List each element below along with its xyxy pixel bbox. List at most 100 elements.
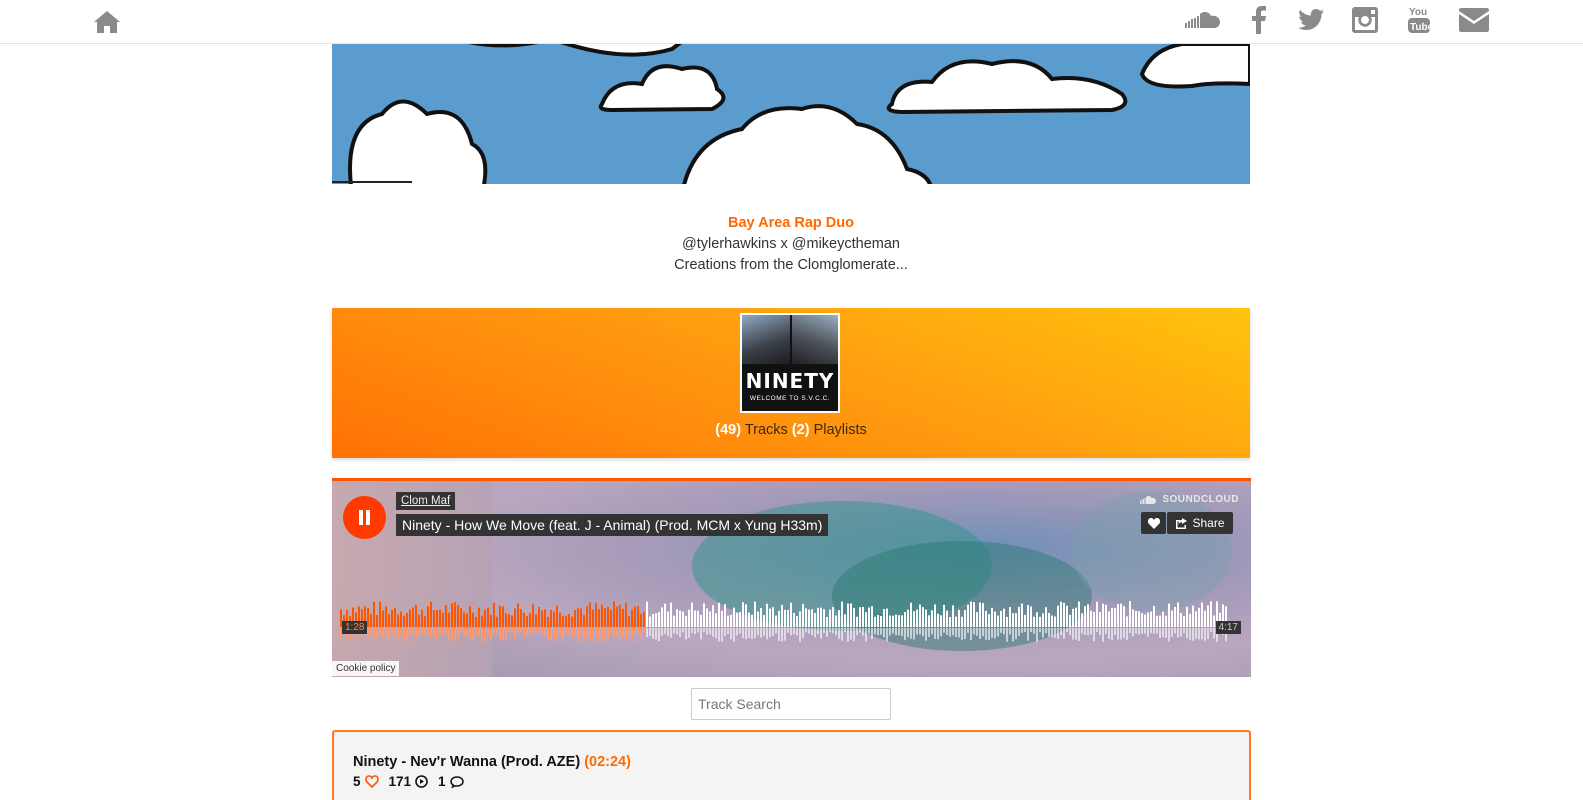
waveform-bar-reflection — [721, 628, 723, 642]
like-button[interactable] — [1141, 512, 1166, 534]
waveform-bar-reflection — [940, 628, 942, 637]
waveform-bar-reflection — [562, 628, 564, 641]
waveform-bar — [457, 605, 459, 627]
waveform-bar — [550, 609, 552, 627]
waveform-bar — [478, 607, 480, 627]
waveform-bar — [619, 604, 621, 627]
waveform-bar — [1189, 613, 1191, 627]
waveform-bar-reflection — [400, 628, 402, 636]
waveform-bar-reflection — [1084, 628, 1086, 635]
waveform-bar — [949, 616, 951, 627]
waveform-bar-reflection — [805, 628, 807, 633]
waveform-bar — [742, 602, 744, 627]
waveform-bar — [883, 609, 885, 627]
track-search-input[interactable] — [691, 688, 891, 720]
waveform-bar — [1165, 615, 1167, 627]
waveform-bar — [1093, 612, 1095, 627]
waveform-bar — [409, 609, 411, 627]
avatar[interactable]: NINETY WELCOME TO S.V.C.C. — [740, 313, 840, 413]
youtube-icon[interactable]: You Tube — [1406, 4, 1432, 36]
waveform-bar — [829, 609, 831, 627]
tracks-count: (49) — [715, 422, 742, 438]
waveform-bar — [1099, 611, 1101, 627]
waveform-bar-reflection — [532, 628, 534, 634]
waveform-bar — [574, 609, 576, 627]
twitter-icon[interactable] — [1296, 4, 1326, 36]
waveform-bar-reflection — [682, 628, 684, 633]
waveform-bar — [850, 603, 852, 627]
waveform-bar-reflection — [613, 628, 615, 638]
waveform-bar-reflection — [376, 628, 378, 637]
artist-link[interactable]: Clom Maf — [396, 492, 456, 510]
waveform-bar-reflection — [388, 628, 390, 642]
tracks-link[interactable]: (49) Tracks — [715, 422, 788, 438]
waveform-bar — [1033, 616, 1035, 627]
waveform-bar — [1180, 613, 1182, 627]
instagram-icon[interactable] — [1351, 4, 1379, 36]
waveform-bar — [469, 606, 471, 627]
current-time: 1:28 — [342, 621, 368, 634]
waveform-bar — [631, 609, 633, 627]
waveform[interactable] — [340, 599, 1230, 645]
waveform-bar — [1177, 602, 1179, 627]
waveform-bar-reflection — [451, 628, 453, 642]
playlists-link[interactable]: (2) Playlists — [792, 422, 867, 438]
waveform-bar-reflection — [844, 628, 846, 633]
waveform-bar — [1207, 605, 1209, 627]
waveform-bar — [1087, 604, 1089, 627]
waveform-bar — [538, 607, 540, 627]
waveform-bar-reflection — [853, 628, 855, 642]
waveform-bar-reflection — [1117, 628, 1119, 640]
waveform-bar — [982, 603, 984, 627]
home-icon[interactable] — [93, 9, 121, 35]
waveform-bar-reflection — [1069, 628, 1071, 636]
waveform-bar-reflection — [1024, 628, 1026, 633]
waveform-bar-reflection — [808, 628, 810, 634]
waveform-bar-reflection — [676, 628, 678, 635]
track-name: Ninety - Nev'r Wanna (Prod. AZE) (02:24) — [353, 754, 631, 770]
waveform-bar-reflection — [829, 628, 831, 633]
waveform-bar-reflection — [955, 628, 957, 637]
waveform-bar-reflection — [937, 628, 939, 640]
waveform-bar — [1045, 607, 1047, 627]
track-list-item[interactable]: Ninety - Nev'r Wanna (Prod. AZE) (02:24)… — [332, 730, 1251, 800]
waveform-bar — [1021, 603, 1023, 627]
waveform-bar — [991, 607, 993, 627]
waveform-bar-reflection — [970, 628, 972, 640]
comment-icon — [449, 775, 464, 788]
waveform-bar — [493, 602, 495, 627]
waveform-bar — [973, 602, 975, 627]
waveform-bar — [502, 606, 504, 627]
waveform-bar — [832, 607, 834, 627]
facebook-icon[interactable] — [1250, 4, 1268, 36]
waveform-bar-reflection — [733, 628, 735, 642]
waveform-bar-reflection — [502, 628, 504, 641]
waveform-bar — [1066, 605, 1068, 627]
waveform-bar — [1012, 613, 1014, 627]
waveform-bar — [928, 615, 930, 627]
waveform-bar-reflection — [373, 628, 375, 642]
waveform-bar-reflection — [1000, 628, 1002, 633]
waveform-bar — [637, 606, 639, 627]
waveform-bar-reflection — [556, 628, 558, 639]
waveform-bar — [676, 609, 678, 627]
cookie-policy-link[interactable]: Cookie policy — [332, 661, 400, 676]
envelope-icon[interactable] — [1458, 4, 1490, 36]
soundcloud-player: Clom Maf Ninety - How We Move (feat. J -… — [332, 478, 1251, 677]
waveform-bar — [913, 611, 915, 627]
waveform-bar — [484, 609, 486, 627]
avatar-photo-right — [792, 315, 838, 364]
waveform-bar-reflection — [592, 628, 594, 642]
soundcloud-logo[interactable]: SOUNDCLOUD — [1138, 494, 1239, 505]
pause-button[interactable] — [343, 496, 386, 539]
waveform-bar — [589, 602, 591, 627]
soundcloud-icon[interactable] — [1184, 4, 1224, 36]
waveform-bar-reflection — [430, 628, 432, 636]
waveform-bar — [694, 610, 696, 627]
waveform-bar-reflection — [694, 628, 696, 635]
waveform-bar — [652, 614, 654, 627]
share-button[interactable]: Share — [1167, 512, 1233, 534]
track-title-link[interactable]: Ninety - How We Move (feat. J - Animal) … — [396, 514, 829, 536]
waveform-bar-reflection — [1063, 628, 1065, 639]
waveform-bar-reflection — [517, 628, 519, 634]
